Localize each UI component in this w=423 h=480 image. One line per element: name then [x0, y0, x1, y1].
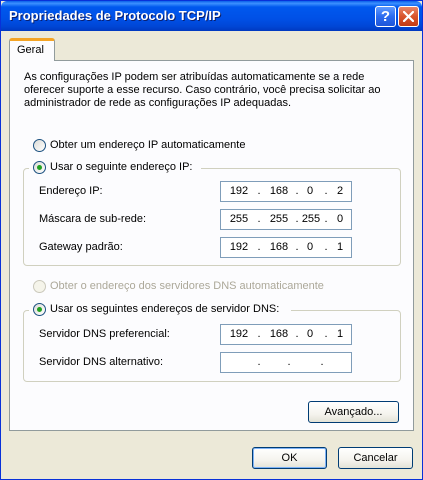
help-button[interactable]: ? [375, 6, 396, 27]
title-bar[interactable]: Propriedades de Protocolo TCP/IP ? [1, 1, 422, 31]
radio-selected-dot [37, 307, 42, 312]
window-title: Propriedades de Protocolo TCP/IP [9, 8, 221, 23]
radio-ip-auto-label: Obter um endereço IP automaticamente [50, 139, 246, 151]
close-button[interactable] [398, 6, 419, 27]
radio-dns-manual[interactable]: Usar os seguintes endereços de servidor … [33, 303, 291, 317]
tab-general-label: Geral [17, 44, 44, 56]
radio-dns-auto-button[interactable] [33, 280, 46, 293]
close-icon [403, 11, 414, 22]
cancel-button[interactable]: Cancelar [338, 447, 413, 469]
advanced-button[interactable]: Avançado... [308, 401, 399, 423]
subnet-mask-input[interactable]: 255 . 255 . 255 . 0 [220, 209, 352, 230]
ok-button[interactable]: OK [252, 447, 327, 469]
gateway-label: Gateway padrão: [39, 241, 123, 253]
radio-selected-dot [37, 165, 42, 170]
subnet-mask-label: Máscara de sub-rede: [39, 213, 146, 225]
radio-ip-auto-button[interactable] [33, 139, 46, 152]
radio-dns-auto-label: Obter o endereço dos servidores DNS auto… [50, 280, 324, 292]
intro-text: As configurações IP podem ser atribuídas… [24, 71, 381, 109]
dialog-window: Propriedades de Protocolo TCP/IP ? Geral… [0, 0, 423, 480]
radio-ip-manual-button[interactable] [33, 161, 46, 174]
tab-general[interactable]: Geral [9, 38, 55, 61]
ip-address-input[interactable]: 192 . 168 . 0 . 2 [220, 181, 352, 202]
radio-ip-manual[interactable]: Usar o seguinte endereço IP: [33, 161, 203, 175]
preferred-dns-input[interactable]: 192 . 168 . 0 . 1 [220, 324, 352, 345]
ip-address-label: Endereço IP: [39, 185, 103, 197]
radio-ip-manual-label: Usar o seguinte endereço IP: [50, 161, 193, 173]
preferred-dns-label: Servidor DNS preferencial: [39, 328, 170, 340]
help-icon: ? [380, 8, 391, 25]
radio-dns-auto[interactable]: Obter o endereço dos servidores DNS auto… [33, 280, 333, 294]
radio-dns-manual-button[interactable] [33, 303, 46, 316]
alternate-dns-label: Servidor DNS alternativo: [39, 356, 164, 368]
radio-dns-manual-label: Usar os seguintes endereços de servidor … [50, 303, 280, 315]
alternate-dns-input[interactable]: . . . [220, 352, 352, 373]
gateway-input[interactable]: 192 . 168 . 0 . 1 [220, 237, 352, 258]
radio-ip-auto[interactable]: Obter um endereço IP automaticamente [33, 139, 263, 153]
